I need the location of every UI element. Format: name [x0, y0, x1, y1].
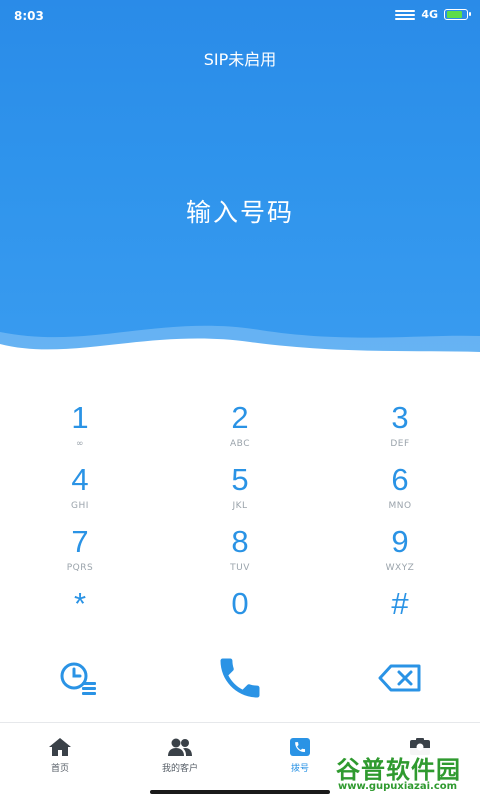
- tab-label: 拨号: [290, 764, 309, 774]
- sip-status-label: SIP未启用: [203, 50, 277, 69]
- key-letters: ∞: [76, 439, 84, 449]
- home-indicator[interactable]: [150, 790, 330, 794]
- key-letters: JKL: [232, 501, 248, 511]
- key-letters: DEF: [390, 439, 410, 449]
- key-digit: 1: [71, 400, 89, 435]
- key-digit: 6: [391, 462, 409, 497]
- dialer-actions: [0, 648, 480, 708]
- network-label: 4G: [421, 8, 438, 21]
- key-letters: TUV: [230, 563, 250, 573]
- watermark-badge: 谷普软件园 www.gupuxiazai.com: [334, 748, 476, 796]
- key-3[interactable]: 3 DEF: [320, 398, 480, 460]
- key-digit: 4: [71, 462, 89, 497]
- key-2[interactable]: 2 ABC: [160, 398, 320, 460]
- key-9[interactable]: 9 WXYZ: [320, 522, 480, 584]
- dial-keypad: 1 ∞ 2 ABC 3 DEF 4 GHI 5 JKL 6 MNO 7 PQRS 8 TUV 9…: [0, 398, 480, 646]
- key-letters: MNO: [388, 501, 412, 511]
- clock-list-icon: [60, 662, 96, 695]
- key-letters: WXYZ: [385, 563, 415, 573]
- status-indicators: 4G: [395, 8, 471, 21]
- call-history-button[interactable]: [0, 648, 160, 708]
- key-digit: 9: [391, 524, 409, 559]
- watermark-title: 谷普软件园: [336, 756, 461, 784]
- tab-label: 我的客户: [161, 764, 198, 774]
- key-4[interactable]: 4 GHI: [0, 460, 160, 522]
- key-digit: *: [73, 586, 87, 621]
- key-letters: GHI: [71, 501, 89, 511]
- key-digit: #: [391, 586, 409, 621]
- key-6[interactable]: 6 MNO: [320, 460, 480, 522]
- contacts-icon: [168, 738, 192, 756]
- backspace-icon: [378, 664, 421, 692]
- key-digit: 8: [231, 524, 249, 559]
- key-star[interactable]: *: [0, 584, 160, 646]
- tab-my-customers[interactable]: 我的客户: [120, 723, 240, 800]
- tab-home[interactable]: 首页: [0, 723, 120, 800]
- status-bar: 8:03 4G: [0, 0, 480, 32]
- key-7[interactable]: 7 PQRS: [0, 522, 160, 584]
- header-wave: [0, 325, 480, 380]
- call-button[interactable]: [160, 648, 320, 708]
- key-digit: 5: [231, 462, 249, 497]
- watermark-url: www.gupuxiazai.com: [338, 781, 458, 792]
- key-letters: PQRS: [66, 563, 94, 573]
- key-hash[interactable]: #: [320, 584, 480, 646]
- key-0[interactable]: 0: [160, 584, 320, 646]
- battery-icon: [444, 9, 471, 20]
- phone-icon: [220, 658, 260, 698]
- delete-button[interactable]: [320, 648, 480, 708]
- signal-icon: [395, 9, 416, 20]
- key-digit: 2: [231, 400, 249, 435]
- status-time: 8:03: [14, 9, 44, 23]
- key-1[interactable]: 1 ∞: [0, 398, 160, 460]
- key-digit: 7: [71, 524, 89, 559]
- key-digit: 0: [231, 586, 249, 621]
- key-digit: 3: [391, 400, 409, 435]
- number-input-display[interactable]: 输入号码: [0, 193, 480, 229]
- tab-label: 首页: [50, 764, 69, 774]
- key-letters: ABC: [230, 439, 250, 449]
- key-8[interactable]: 8 TUV: [160, 522, 320, 584]
- dialpad-icon: [290, 738, 310, 756]
- key-5[interactable]: 5 JKL: [160, 460, 320, 522]
- home-icon: [49, 738, 71, 756]
